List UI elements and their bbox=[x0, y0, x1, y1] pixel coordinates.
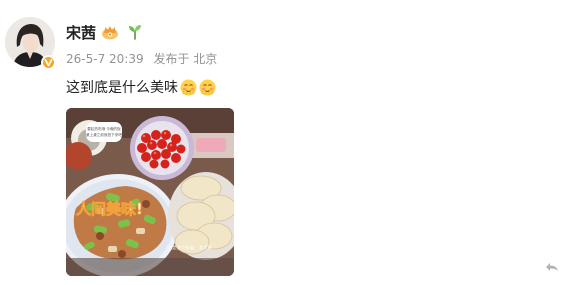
svg-text:要趁热吃哦 今晚的饭: 要趁热吃哦 今晚的饭 bbox=[87, 126, 121, 131]
post-text-container: 这到底是什么美味 bbox=[66, 77, 216, 97]
photo-sticker: 人间美味! bbox=[76, 200, 143, 218]
post-photo[interactable]: 要趁热吃哦 今晚的饭 桌上桌之前就拍下来吧 人间美味! 「就是这个味道」 为大家 bbox=[66, 108, 234, 276]
username[interactable]: 宋茜 bbox=[66, 22, 96, 43]
weibo-post: 宋茜 26-5-7 20:39 发布于 北京 这到底是什么美味 要趁热吃哦 今晚… bbox=[0, 0, 565, 285]
verified-badge-icon bbox=[41, 55, 56, 70]
post-text: 这到底是什么美味 bbox=[66, 80, 178, 96]
blush-emoji-icon bbox=[199, 79, 216, 95]
sprout-icon[interactable] bbox=[127, 23, 143, 40]
svg-text:「就是这个味道」 为大家: 「就是这个味道」 为大家 bbox=[164, 244, 212, 251]
post-timestamp[interactable]: 26-5-7 20:39 bbox=[66, 52, 144, 66]
food-photo-image: 要趁热吃哦 今晚的饭 桌上桌之前就拍下来吧 人间美味! 「就是这个味道」 为大家 bbox=[66, 108, 234, 276]
share-icon[interactable] bbox=[545, 261, 559, 273]
blush-emoji-icon bbox=[180, 79, 197, 95]
crown-icon[interactable] bbox=[101, 24, 119, 40]
post-meta: 26-5-7 20:39 发布于 北京 bbox=[66, 50, 223, 67]
svg-text:桌上桌之前就拍下来吧: 桌上桌之前就拍下来吧 bbox=[86, 132, 122, 137]
post-location: 发布于 北京 bbox=[153, 52, 218, 66]
avatar-container[interactable] bbox=[5, 17, 57, 70]
